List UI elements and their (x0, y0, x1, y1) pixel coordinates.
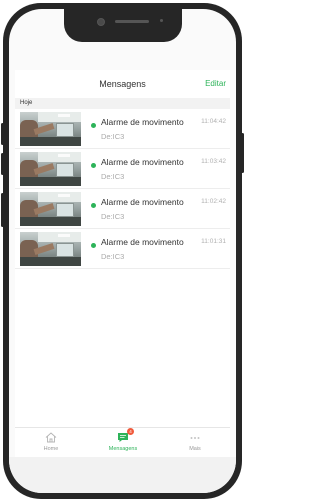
volume-down-button (1, 153, 4, 175)
message-time: 11:04:42 (201, 118, 226, 125)
camera-snapshot-thumbnail (20, 232, 81, 266)
tab-messages[interactable]: 4 Mensagens (87, 428, 159, 458)
message-source: De:IC3 (101, 212, 125, 221)
camera-snapshot-thumbnail (20, 192, 81, 226)
unread-indicator (91, 123, 96, 128)
phone-bottom-bezel (9, 457, 236, 493)
message-item[interactable]: Alarme de movimento De:IC3 11:03:42 (15, 149, 230, 189)
tab-label: Mensagens (108, 446, 138, 452)
unread-indicator (91, 243, 96, 248)
phone-frame: Mensagens Editar Hoje Alarme de moviment… (1, 3, 244, 499)
camera-snapshot-thumbnail (20, 152, 81, 186)
sensor-dot (160, 19, 163, 22)
volume-up-button (1, 123, 4, 145)
message-title: Alarme de movimento (101, 157, 184, 167)
phone-screen-area: Mensagens Editar Hoje Alarme de moviment… (9, 9, 236, 493)
message-item[interactable]: Alarme de movimento De:IC3 11:04:42 (15, 109, 230, 149)
message-list: Alarme de movimento De:IC3 11:04:42 Alar… (15, 109, 230, 269)
message-source: De:IC3 (101, 132, 125, 141)
page-title: Mensagens (99, 79, 146, 89)
message-item[interactable]: Alarme de movimento De:IC3 11:01:31 (15, 229, 230, 269)
edit-button[interactable]: Editar (205, 79, 226, 88)
tab-more[interactable]: Mais (159, 428, 231, 458)
unread-count-badge: 4 (127, 428, 134, 435)
tab-label: Home (43, 446, 59, 452)
unread-indicator (91, 163, 96, 168)
home-icon (45, 432, 57, 443)
message-time: 11:01:31 (201, 238, 226, 245)
camera-snapshot-thumbnail (20, 112, 81, 146)
message-source: De:IC3 (101, 172, 125, 181)
message-title: Alarme de movimento (101, 237, 184, 247)
bottom-tab-bar: Home 4 Mensagens Mais (15, 427, 230, 458)
more-icon (190, 437, 200, 439)
tab-home[interactable]: Home (15, 428, 87, 458)
speaker-grille (115, 20, 149, 23)
tab-label: Mais (189, 446, 201, 452)
messages-screen: Mensagens Editar Hoje Alarme de moviment… (15, 70, 230, 457)
message-title: Alarme de movimento (101, 197, 184, 207)
notch (64, 9, 182, 42)
message-source: De:IC3 (101, 252, 125, 261)
message-title: Alarme de movimento (101, 117, 184, 127)
side-switch (1, 193, 4, 227)
power-button (241, 133, 244, 173)
message-time: 11:03:42 (201, 158, 226, 165)
nav-header: Mensagens Editar (15, 70, 230, 99)
unread-indicator (91, 203, 96, 208)
section-header-today: Hoje (15, 98, 230, 109)
message-time: 11:02:42 (201, 198, 226, 205)
message-item[interactable]: Alarme de movimento De:IC3 11:02:42 (15, 189, 230, 229)
camera-icon (97, 18, 105, 26)
